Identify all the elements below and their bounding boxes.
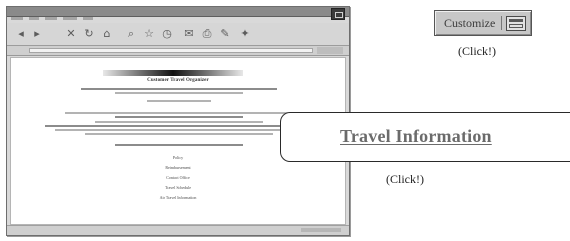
- forward-icon[interactable]: ▸: [31, 27, 43, 40]
- customize-button[interactable]: Customize: [434, 10, 532, 36]
- edit-icon[interactable]: ✎: [219, 27, 231, 40]
- text-line: [55, 129, 303, 131]
- text-line: [147, 100, 211, 102]
- customize-button-label: Customize: [444, 15, 496, 30]
- page-link-reimbursement[interactable]: Reimbursement: [11, 165, 345, 170]
- menu-bar: [11, 17, 161, 22]
- text-line: [81, 88, 277, 90]
- text-line: [95, 121, 263, 123]
- page-link-air-travel[interactable]: Air Travel Information: [11, 195, 345, 200]
- go-button[interactable]: [317, 47, 343, 54]
- address-input[interactable]: [29, 48, 313, 53]
- page-banner: [103, 70, 243, 76]
- text-line: [115, 116, 243, 118]
- history-icon[interactable]: ◷: [161, 27, 173, 40]
- text-line: [115, 144, 243, 146]
- browser-toolbar: ◂ ▸ ✕ ↻ ⌂ ⌕ ☆ ◷ ✉ ⎙ ✎ ✦: [7, 23, 349, 46]
- print-icon[interactable]: ⎙: [201, 27, 213, 40]
- back-icon[interactable]: ◂: [15, 27, 27, 40]
- status-bar: [7, 225, 349, 235]
- favorites-icon[interactable]: ☆: [143, 27, 155, 40]
- page-link-contact[interactable]: Contact Office: [11, 175, 345, 180]
- text-line: [65, 112, 293, 114]
- travel-information-link[interactable]: Travel Information: [340, 126, 492, 147]
- mail-icon[interactable]: ✉: [183, 27, 195, 40]
- page-link-schedule[interactable]: Travel Schedule: [11, 185, 345, 190]
- page-title: Customer Travel Organizer: [147, 78, 209, 83]
- search-icon[interactable]: ⌕: [125, 27, 137, 40]
- address-bar: [7, 46, 349, 56]
- click-note-travel: (Click!): [386, 172, 424, 186]
- text-line: [85, 133, 273, 135]
- refresh-icon[interactable]: ↻: [83, 27, 95, 40]
- discuss-icon[interactable]: ✦: [239, 27, 251, 40]
- status-zone: [301, 228, 341, 232]
- click-note-customize: (Click!): [458, 44, 496, 58]
- window-control-icon[interactable]: [331, 8, 345, 20]
- home-icon[interactable]: ⌂: [101, 27, 113, 40]
- text-line: [45, 125, 313, 127]
- text-line: [115, 92, 243, 94]
- title-bar: [7, 7, 349, 17]
- stop-icon[interactable]: ✕: [65, 27, 77, 40]
- button-separator: [501, 16, 502, 30]
- window-layout-icon: [506, 15, 526, 31]
